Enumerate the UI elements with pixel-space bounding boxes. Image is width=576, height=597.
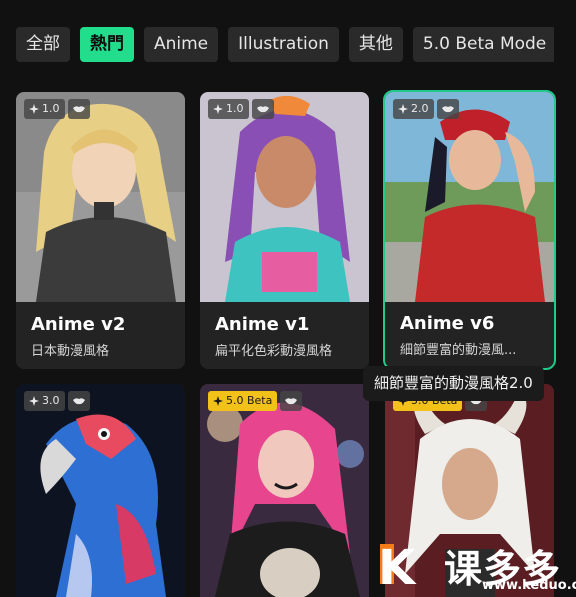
version-label: 5.0 Beta [226, 394, 273, 407]
model-description: 日本動漫風格 [31, 344, 110, 359]
anime-v6-thumbnail [385, 92, 554, 302]
description-tooltip: 細節豐富的動漫風格2.0 [363, 366, 544, 401]
tab-illustration[interactable]: Illustration [228, 27, 339, 62]
model-card-anime-v1[interactable]: 1.0 Anime v1 扁平化色彩動漫風格 [200, 92, 369, 369]
sparkle-icon [213, 104, 223, 114]
lips-badge [280, 391, 303, 411]
tab-5-beta-model[interactable]: 5.0 Beta Mode [412, 27, 554, 62]
card-badges: 5.0 Beta [208, 391, 303, 411]
model-description: 細節豐富的動漫風... [400, 343, 517, 358]
model-name: Anime v6 [400, 313, 495, 334]
model-card-parrot[interactable]: 3.0 [16, 384, 185, 597]
lips-badge [436, 99, 459, 119]
model-card-anime-v2[interactable]: 1.0 Anime v2 日本動漫風格 [16, 92, 185, 369]
tab-anime[interactable]: Anime [144, 27, 219, 62]
sparkle-icon [29, 396, 39, 406]
lips-badge [251, 99, 274, 119]
sparkle-icon [398, 104, 408, 114]
version-badge: 2.0 [393, 99, 434, 119]
version-label: 1.0 [42, 102, 60, 115]
tab-other[interactable]: 其他 [348, 27, 403, 62]
version-label: 1.0 [226, 102, 244, 115]
anime-v2-thumbnail [16, 92, 185, 302]
category-tabs: 全部 熱門 Anime Illustration 其他 5.0 Beta Mod… [16, 27, 554, 62]
card-badges: 3.0 [24, 391, 90, 411]
model-description: 扁平化色彩動漫風格 [215, 344, 333, 359]
lips-icon [72, 398, 85, 405]
model-name: Anime v2 [31, 314, 126, 335]
card-info: Anime v2 日本動漫風格 [16, 302, 185, 369]
model-name: Anime v1 [215, 314, 310, 335]
lips-badge [67, 99, 90, 119]
lips-icon [72, 106, 85, 113]
version-badge: 1.0 [208, 99, 249, 119]
model-card-pink-hair[interactable]: 5.0 Beta [200, 384, 369, 597]
card-badges: 2.0 [393, 99, 459, 119]
watermark-logo-icon: K [378, 540, 416, 596]
site-watermark: K 课多多 www.keduo.cn [378, 538, 576, 597]
lips-icon [285, 398, 298, 405]
lips-icon [441, 106, 454, 113]
pink-hair-thumbnail [200, 384, 369, 597]
version-label: 3.0 [42, 394, 60, 407]
tab-all[interactable]: 全部 [16, 27, 70, 62]
lips-badge [67, 391, 90, 411]
anime-v1-thumbnail [200, 92, 369, 302]
version-badge: 5.0 Beta [208, 391, 278, 411]
card-badges: 1.0 [24, 99, 90, 119]
model-card-anime-v6[interactable]: 2.0 Anime v6 細節豐富的動漫風... [383, 90, 556, 370]
sparkle-icon [213, 396, 223, 406]
version-label: 2.0 [411, 102, 429, 115]
parrot-thumbnail [16, 384, 185, 597]
tab-hot[interactable]: 熱門 [80, 27, 134, 62]
lips-icon [256, 106, 269, 113]
card-badges: 1.0 [208, 99, 274, 119]
sparkle-icon [29, 104, 39, 114]
version-badge: 3.0 [24, 391, 65, 411]
card-info: Anime v1 扁平化色彩動漫風格 [200, 302, 369, 369]
version-badge: 1.0 [24, 99, 65, 119]
card-info: Anime v6 細節豐富的動漫風... [385, 302, 554, 368]
watermark-url: www.keduo.cn [482, 578, 576, 593]
